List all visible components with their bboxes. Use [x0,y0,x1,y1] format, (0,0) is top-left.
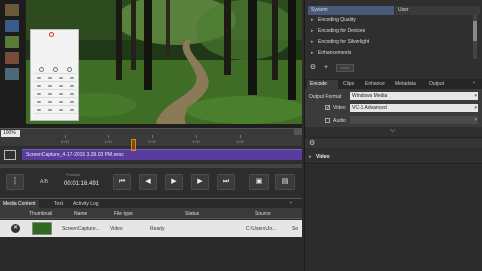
expand-icon: ▸ [309,154,312,160]
timeline-clip[interactable]: ScreenCapture_4-17-2015 3.39.03 PM.xesc [22,149,302,160]
tick-label: 4:00 [236,139,244,144]
chevron-down-icon: ▾ [474,117,477,123]
video-codec-value: VC-1 Advanced [352,105,387,111]
settings-pane: System User Encoding Quality Encoding fo… [304,0,482,271]
encode-settings: Output Format Windows Media ▾ ✓ Video VC… [305,89,482,127]
preset-tabs: System User [308,6,480,15]
pin-icon[interactable]: ▪ [290,200,292,206]
column-header[interactable]: Thumbnail [29,211,52,217]
preset-encoding-for-devices[interactable]: Encoding for Devices [308,26,474,37]
encode-tabs: Encode Clips Enhance Metadata Output ▪ [305,79,482,89]
table-row[interactable]: ✕ ScreenCapture... Video Ready C:\Users\… [0,220,302,237]
left-toolbar [0,0,25,128]
gear-icon[interactable]: ⚙ [309,64,317,72]
clip-name: ScreenCapture_4-17-2015 3.39.03 PM.xesc [26,152,124,158]
remove-icon[interactable]: ✕ [11,224,20,233]
preset-list: Encoding Quality Encoding for Devices En… [308,15,474,59]
column-header[interactable]: Status [185,211,199,217]
output-format-value: Windows Media [352,93,388,99]
weather-title-bar [33,37,78,42]
sun-icon [38,67,44,72]
transport-bar: ┆ A/B Position 00:01:16.491 ⏮ ◀ ▶ ▶ ⏭ ▣ … [0,168,302,198]
tick-label: 3:00 [192,139,200,144]
add-icon[interactable]: + [322,64,330,72]
tab-enhance[interactable]: Enhance [362,80,392,89]
document-icon[interactable] [5,20,19,32]
output-format-select[interactable]: Windows Media ▾ [350,92,478,100]
step-forward-icon[interactable]: ▶ [191,174,209,190]
collapse-bar[interactable]: ⌵ [305,127,482,136]
output-format-label: Output Format [309,94,342,100]
weather-app-window [30,29,79,121]
column-header[interactable]: File type [114,211,133,217]
row-name: ScreenCapture... [62,226,100,232]
sun-icon [52,67,58,72]
video-codec-select[interactable]: VC-1 Advanced ▾ [350,104,478,112]
preset-encoding-quality[interactable]: Encoding Quality [308,15,474,26]
time-ruler[interactable]: 100% 0:00 1:00 2:00 3:00 4:00 [0,128,302,146]
tick-label: 1:00 [104,139,112,144]
preset-encoding-for-silverlight[interactable]: Encoding for Silverlight [308,37,474,48]
preview-area [0,0,302,128]
film-icon [4,150,16,160]
split-icon[interactable]: ┆ [6,174,24,190]
ab-compare-button[interactable]: A/B [40,179,48,185]
folder-icon[interactable] [5,4,19,16]
row-status: Ready [150,226,165,232]
chevron-down-icon: ▾ [474,93,477,99]
monitor-icon[interactable] [5,68,19,80]
audio-checkbox[interactable] [325,118,330,123]
tab-system[interactable]: System [308,6,394,15]
clip-thumbnail [32,222,52,235]
app-icon[interactable] [5,52,19,64]
go-to-start-icon[interactable]: ⏮ [113,174,131,190]
audio-label: Audio [333,118,346,124]
preset-enhancements[interactable]: Enhancements [308,48,474,59]
apply-button[interactable]: Apply [336,64,354,72]
step-back-icon[interactable]: ◀ [139,174,157,190]
playhead[interactable] [131,139,136,151]
column-header[interactable]: Name [74,211,87,217]
media-table-header: Thumbnail Name File type Status Source [0,208,302,219]
chevron-down-icon: ⌵ [390,127,396,134]
tick-label: 0:00 [61,139,69,144]
tick-label: 2:00 [148,139,156,144]
row-file-type: Video [110,226,123,232]
position-value: 00:01:16.491 [64,181,100,187]
preset-toolbar: ⚙ + Apply [308,63,480,73]
video-section-label: Video [316,154,330,160]
column-header[interactable]: Source [255,211,271,217]
audio-codec-select[interactable]: ▾ [350,116,478,124]
media-panel-tabs: Media Content Text Activity Log ▪ [0,198,302,209]
video-section-header[interactable]: ▸ Video [305,151,482,164]
tab-user[interactable]: User [395,6,480,15]
row-source: C:\Users\Jo... [246,226,277,232]
chevron-down-icon: ▾ [474,105,477,111]
markers-icon[interactable]: ▣ [249,174,269,190]
media-list-empty-area [0,237,302,271]
tab-metadata[interactable]: Metadata [392,80,425,89]
timeline-track: ScreenCapture_4-17-2015 3.39.03 PM.xesc [0,147,302,163]
zoom-select[interactable]: 100% [1,130,20,137]
play-icon[interactable]: ▶ [165,174,183,190]
weather-forecast-grid [34,66,77,114]
settings-toolbar: ⚙ [305,137,482,148]
cloud-icon [67,67,73,72]
preset-scrollbar[interactable] [473,15,477,59]
gear-icon[interactable]: ⚙ [309,139,315,147]
row-extra: So [292,226,299,232]
settings-empty-area [305,165,482,271]
ruler-scroll-button[interactable] [294,129,302,135]
pin-icon[interactable]: ▪ [473,80,475,86]
image-icon[interactable] [5,36,19,48]
video-label: Video [333,105,346,111]
position-label: Position [66,172,81,177]
expression-encoder-window: 100% 0:00 1:00 2:00 3:00 4:00 ScreenCapt… [0,0,482,271]
film-strip-icon[interactable]: ▤ [275,174,295,190]
go-to-end-icon[interactable]: ⏭ [217,174,235,190]
tab-clips[interactable]: Clips [340,80,360,89]
tab-output[interactable]: Output [426,80,451,89]
tab-encode[interactable]: Encode [307,80,338,89]
video-checkbox[interactable]: ✓ [325,105,330,111]
